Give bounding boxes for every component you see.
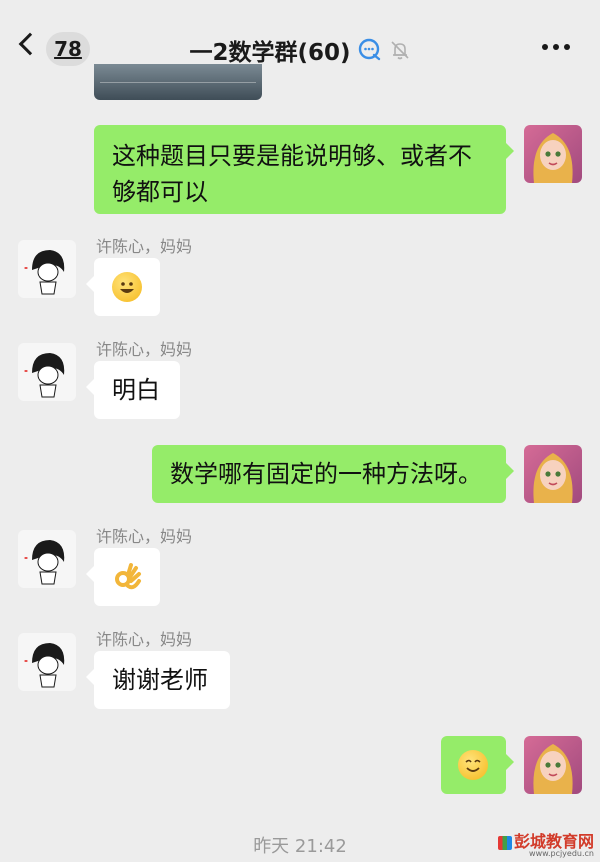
- chat-title-area: 一2数学群(60): [0, 30, 600, 70]
- chat-header: 78 一2数学群(60): [0, 0, 600, 88]
- group-chat-icon: [358, 38, 380, 61]
- site-watermark: 彭城教育网 www.pcjyedu.cn: [497, 834, 594, 858]
- message-text: 谢谢老师: [112, 666, 208, 694]
- message-text: 明白: [112, 376, 160, 404]
- watermark-logo-icon: [497, 835, 512, 850]
- outgoing-message-bubble[interactable]: 数学哪有固定的一种方法呀。: [152, 445, 514, 503]
- sender-name: 许陈心，妈妈: [96, 340, 193, 359]
- my-avatar[interactable]: [524, 445, 582, 503]
- incoming-message-bubble[interactable]: [86, 258, 160, 316]
- sender-avatar[interactable]: [18, 530, 76, 588]
- my-avatar[interactable]: [524, 736, 582, 794]
- previous-image-message[interactable]: [94, 64, 262, 100]
- outgoing-message-bubble[interactable]: [441, 736, 514, 794]
- grinning-face-emoji-icon: [112, 272, 142, 302]
- sender-name: 许陈心，妈妈: [96, 630, 193, 649]
- incoming-message-bubble[interactable]: 谢谢老师: [86, 651, 230, 709]
- sender-avatar[interactable]: [18, 343, 76, 401]
- incoming-message-bubble[interactable]: [86, 548, 160, 606]
- sender-name: 许陈心，妈妈: [96, 237, 193, 256]
- chat-title: 一2数学群(60): [189, 40, 351, 66]
- watermark-url: www.pcjyedu.cn: [529, 849, 594, 858]
- more-options-icon[interactable]: [542, 44, 570, 50]
- outgoing-message-bubble[interactable]: 这种题目只要是能说明够、或者不够都可以: [94, 125, 514, 214]
- sender-avatar[interactable]: [18, 240, 76, 298]
- message-text: 这种题目只要是能说明够、或者不够都可以: [112, 142, 472, 206]
- mute-bell-icon: [390, 41, 409, 60]
- sender-avatar[interactable]: [18, 633, 76, 691]
- sender-name: 许陈心，妈妈: [96, 527, 193, 546]
- smiling-face-emoji-icon: [458, 750, 488, 780]
- ok-hand-emoji-icon: [115, 563, 141, 590]
- incoming-message-bubble[interactable]: 明白: [86, 361, 180, 419]
- message-text: 数学哪有固定的一种方法呀。: [170, 460, 482, 488]
- my-avatar[interactable]: [524, 125, 582, 183]
